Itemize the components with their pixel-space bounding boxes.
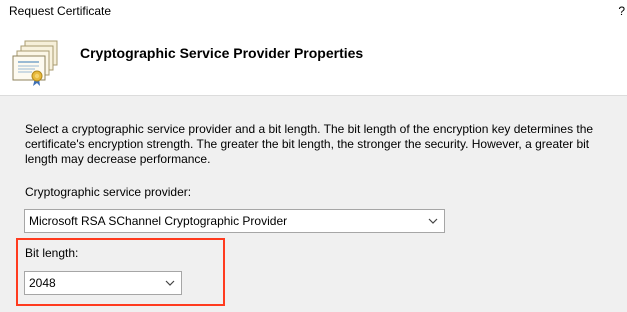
certificate-icon — [12, 40, 58, 86]
window-title: Request Certificate — [9, 4, 112, 18]
wizard-header: Cryptographic Service Provider Propertie… — [0, 24, 627, 90]
csp-dropdown[interactable]: Microsoft RSA SChannel Cryptographic Pro… — [24, 209, 445, 233]
page-title: Cryptographic Service Provider Propertie… — [80, 45, 364, 61]
help-icon[interactable]: ? — [618, 4, 625, 18]
content-panel: Select a cryptographic service provider … — [0, 95, 627, 312]
highlight-annotation — [16, 238, 225, 306]
csp-selected-value: Microsoft RSA SChannel Cryptographic Pro… — [29, 214, 288, 228]
csp-label: Cryptographic service provider: — [25, 185, 192, 199]
chevron-down-icon — [428, 218, 438, 224]
description-text: Select a cryptographic service provider … — [25, 122, 594, 166]
